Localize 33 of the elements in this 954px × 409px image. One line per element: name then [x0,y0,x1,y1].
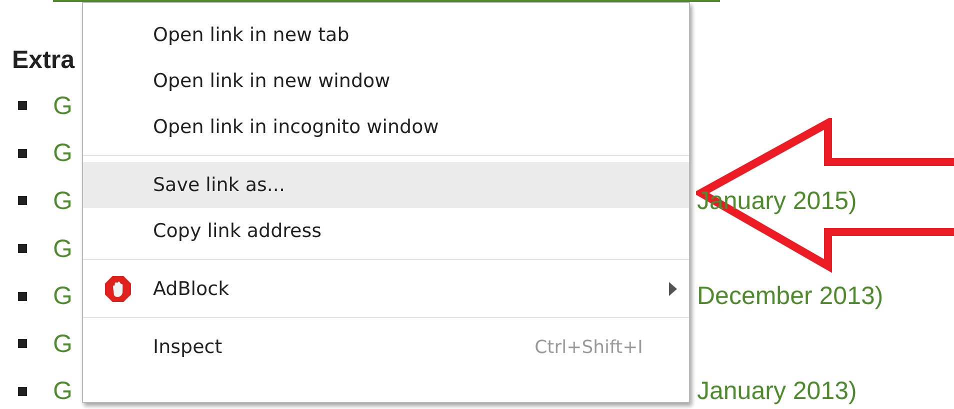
menu-item-label: Open link in incognito window [153,116,439,138]
bullet-icon [18,292,27,301]
bullet-icon [18,148,27,158]
menu-item[interactable]: Open link in new window [83,58,689,104]
list-link[interactable]: January 2013) [697,376,857,406]
bullet-icon [18,101,27,110]
bullet-icon [18,244,27,254]
shortcut-text: Ctrl+Shift+I [534,336,643,358]
menu-item-label: Open link in new tab [153,24,350,46]
menu-item[interactable]: Save link as... [83,162,689,208]
list-link[interactable]: G [53,92,72,120]
list-link[interactable]: G [53,139,72,168]
menu-item-label: Copy link address [153,220,322,242]
menu-item[interactable]: Copy link address [83,208,689,254]
section-heading: Extra [12,45,75,76]
list-link[interactable]: G [53,330,72,358]
stop-hand-icon [104,275,132,303]
list-link[interactable]: G [53,234,72,263]
bullet-icon [18,386,27,396]
menu-item-label: Inspect [153,336,222,358]
list-link[interactable]: G [53,377,72,406]
list-link[interactable]: December 2013) [697,281,884,312]
list-link[interactable]: G [53,186,72,215]
menu-item-label: AdBlock [153,278,230,300]
menu-item[interactable]: AdBlock [83,266,689,312]
bullet-icon [18,339,27,348]
bullet-icon [18,196,27,206]
list-link[interactable]: G [53,282,72,310]
menu-item-label: Open link in new window [153,70,390,92]
menu-item[interactable]: Open link in incognito window [83,104,689,150]
menu-item-label: Save link as... [153,174,285,196]
menu-item[interactable]: Inspect Ctrl+Shift+I [83,324,689,370]
menu-item[interactable]: Open link in new tab [83,12,689,58]
